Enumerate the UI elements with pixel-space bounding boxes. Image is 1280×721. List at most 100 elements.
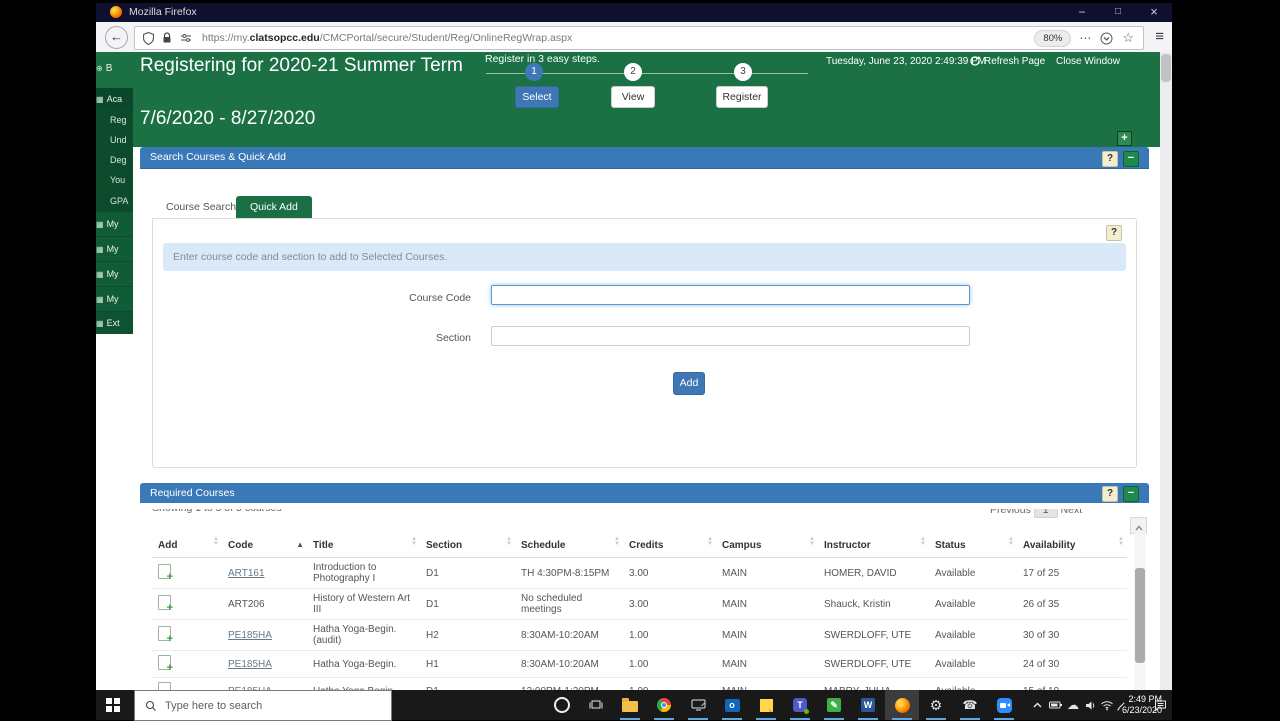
help-icon[interactable]: ? (1102, 486, 1118, 502)
tab-quick-add[interactable]: Quick Add (236, 196, 312, 218)
file-explorer-icon[interactable] (613, 690, 647, 720)
scroll-up-icon[interactable] (1130, 517, 1147, 534)
firefox-logo-icon (110, 6, 122, 18)
collapse-icon[interactable]: − (1123, 486, 1139, 502)
tracking-shield-icon[interactable] (143, 32, 154, 45)
course-code-link[interactable]: PE185HA (228, 630, 272, 641)
sort-icon: ▲▼ (614, 537, 620, 547)
quick-add-panel: ? Enter course code and section to add t… (152, 218, 1137, 468)
grid-icon: ▦ (96, 220, 104, 229)
close-window-link[interactable]: Close Window (1056, 56, 1120, 67)
section-input[interactable] (491, 326, 970, 346)
step-view-button[interactable]: View (611, 86, 655, 108)
sidebar-item-unofficial[interactable]: Und (96, 130, 133, 150)
column-schedule[interactable]: Schedule▲▼ (515, 533, 623, 558)
column-credits[interactable]: Credits▲▼ (623, 533, 716, 558)
add-course-icon[interactable]: + (158, 564, 171, 579)
action-center-icon[interactable] (1151, 690, 1169, 720)
pagination-next[interactable]: Next (1061, 509, 1083, 516)
url-text[interactable]: https://my.clatsopcc.edu/CMCPortal/secur… (202, 32, 1034, 44)
pagination[interactable]: Previous 1 Next (990, 509, 1125, 519)
sidebar-item-my-3[interactable]: ▦My (96, 262, 133, 287)
step-select-button[interactable]: Select (515, 86, 559, 108)
lock-icon[interactable] (162, 32, 172, 44)
table-row: + PE185HA Hatha Yoga Begin. D1 12:00PM-1… (152, 678, 1127, 691)
grid-icon: ▦ (96, 295, 104, 304)
zoom-app-icon[interactable] (987, 690, 1021, 720)
section-label: Section (153, 332, 471, 344)
cortana-icon[interactable] (545, 690, 579, 720)
tray-chevron-icon[interactable] (1028, 690, 1046, 720)
page-title: Registering for 2020-21 Summer Term (140, 53, 480, 79)
collapse-icon[interactable]: − (1123, 151, 1139, 167)
table-scrollbar[interactable] (1134, 533, 1146, 690)
connect-display-icon[interactable] (681, 690, 715, 720)
column-code[interactable]: Code▲ (222, 533, 307, 558)
column-instructor[interactable]: Instructor▲▼ (818, 533, 929, 558)
minimize-button[interactable]: − (1064, 3, 1100, 22)
sidebar-item-home[interactable]: ⊕B (96, 60, 133, 78)
sidebar-item-degree[interactable]: Deg (96, 150, 133, 170)
battery-icon[interactable] (1046, 690, 1064, 720)
word-icon[interactable]: W (851, 690, 885, 720)
taskbar-search[interactable]: Type here to search (134, 690, 392, 721)
onedrive-cloud-icon[interactable]: ☁ (1064, 690, 1082, 720)
add-course-icon[interactable]: + (158, 595, 171, 610)
column-add[interactable]: Add▲▼ (152, 533, 222, 558)
maximize-button[interactable]: □ (1100, 3, 1136, 22)
help-icon[interactable]: ? (1102, 151, 1118, 167)
scrollbar-thumb[interactable] (1161, 54, 1171, 82)
course-code-label: Course Code (153, 292, 471, 304)
refresh-page-link[interactable]: Refresh Page (984, 56, 1045, 67)
add-course-icon[interactable]: + (158, 682, 171, 690)
add-course-icon[interactable]: + (158, 626, 171, 641)
settings-gear-icon[interactable]: ⚙ (919, 690, 953, 720)
zoom-level-badge[interactable]: 80% (1034, 30, 1071, 47)
course-code-link[interactable]: PE185HA (228, 659, 272, 670)
phone-fax-icon[interactable]: ☎ (953, 690, 987, 720)
task-view-icon[interactable] (579, 690, 613, 720)
column-status[interactable]: Status▲▼ (929, 533, 1017, 558)
page-actions-icon[interactable]: ⋯ (1079, 31, 1091, 45)
teams-icon[interactable]: T (783, 690, 817, 720)
course-code-link[interactable]: ART161 (228, 568, 265, 579)
chrome-icon[interactable] (647, 690, 681, 720)
sidebar-item-my-2[interactable]: ▦My (96, 237, 133, 262)
start-button[interactable] (106, 698, 120, 712)
menu-icon[interactable]: ≡ (1155, 28, 1164, 46)
quick-add-info: Enter course code and section to add to … (163, 243, 1126, 271)
add-course-icon[interactable]: + (158, 655, 171, 670)
sticky-notes-icon[interactable] (749, 690, 783, 720)
help-icon[interactable]: ? (1106, 225, 1122, 241)
green-editor-icon[interactable]: ✎ (817, 690, 851, 720)
sidebar-item-external[interactable]: ▦Ext (96, 312, 133, 334)
url-bar[interactable]: https://my.clatsopcc.edu/CMCPortal/secur… (134, 26, 1144, 50)
pagination-previous[interactable]: Previous (990, 509, 1031, 516)
close-button[interactable]: × (1136, 3, 1172, 22)
column-availability[interactable]: Availability▲▼ (1017, 533, 1127, 558)
pocket-icon[interactable] (1100, 32, 1113, 45)
firefox-taskbar-icon[interactable] (885, 690, 919, 720)
bookmark-star-icon[interactable]: ☆ (1122, 30, 1134, 46)
pagination-page-1[interactable]: 1 (1034, 509, 1058, 518)
outlook-icon[interactable]: o (715, 690, 749, 720)
course-code-text: ART206 (228, 599, 265, 610)
sidebar-item-gpa[interactable]: GPA (96, 190, 133, 212)
column-section[interactable]: Section▲▼ (420, 533, 515, 558)
step-register-button[interactable]: Register (716, 86, 768, 108)
browser-scrollbar[interactable] (1160, 52, 1172, 690)
add-panel-button[interactable]: + (1117, 131, 1132, 146)
refresh-icon[interactable] (969, 55, 981, 70)
sidebar-item-registration[interactable]: Reg (96, 110, 133, 130)
permissions-icon[interactable] (180, 33, 192, 43)
back-button[interactable]: ← (105, 26, 128, 49)
column-title[interactable]: Title▲▼ (307, 533, 420, 558)
sidebar-item-academics[interactable]: ▦Aca (96, 88, 133, 110)
course-code-input[interactable] (491, 285, 970, 305)
scrollbar-thumb[interactable] (1135, 568, 1145, 663)
add-button[interactable]: Add (673, 372, 705, 395)
column-campus[interactable]: Campus▲▼ (716, 533, 818, 558)
sidebar-item-your[interactable]: You (96, 170, 133, 190)
sidebar-item-my-4[interactable]: ▦My (96, 287, 133, 312)
sidebar-item-my-1[interactable]: ▦My (96, 212, 133, 237)
